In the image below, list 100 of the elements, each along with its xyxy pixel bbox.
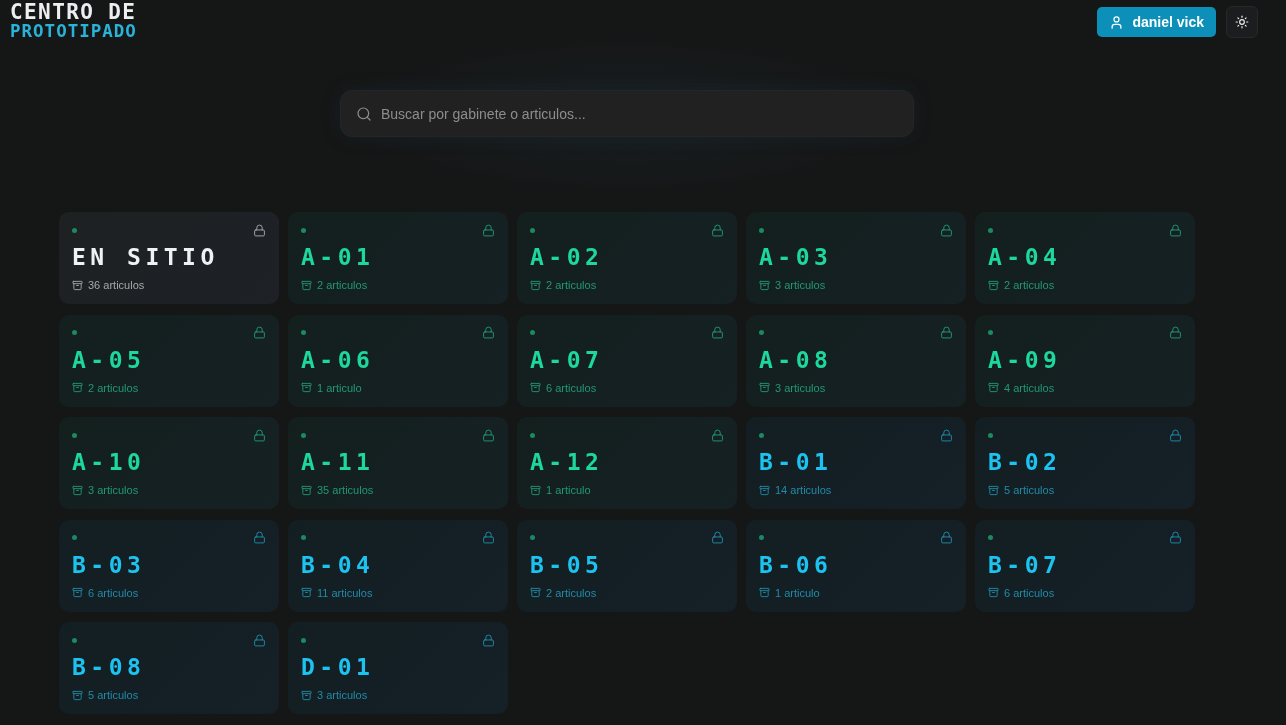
cabinet-title: EN SITIO xyxy=(72,243,219,271)
status-dot-icon xyxy=(530,227,535,233)
user-icon xyxy=(1109,14,1125,30)
archive-box-icon xyxy=(72,484,83,496)
archive-box-icon xyxy=(759,382,770,393)
item-count: 2 articulos xyxy=(317,279,368,291)
status-dot-icon xyxy=(301,637,306,643)
cabinet-card[interactable]: A-05 2 articulos xyxy=(59,314,279,407)
archive-box-icon xyxy=(988,279,999,291)
item-count: 3 articulos xyxy=(88,484,139,496)
item-count: 1 articulo xyxy=(317,381,362,394)
archive-box-icon xyxy=(72,382,83,393)
archive-box-icon xyxy=(301,279,312,291)
item-count: 36 articulos xyxy=(88,279,145,291)
cabinet-title: A-03 xyxy=(759,243,833,271)
cabinet-title: A-12 xyxy=(530,448,604,476)
sun-icon xyxy=(1235,15,1249,29)
user-button[interactable]: daniel vick xyxy=(1097,7,1216,37)
item-count: 5 articulos xyxy=(1004,484,1055,496)
cabinet-card[interactable]: D-01 3 articulos xyxy=(288,622,508,714)
archive-box-icon xyxy=(530,279,541,291)
cabinet-title: B-08 xyxy=(72,653,146,681)
logo-subtitle: PROTOTIPADO xyxy=(10,22,137,40)
item-count: 6 articulos xyxy=(546,381,597,394)
item-count: 35 articulos xyxy=(317,484,374,496)
cabinet-card[interactable]: A-08 3 articulos xyxy=(746,314,966,407)
cabinet-card[interactable]: B-01 14 articulos xyxy=(746,417,966,509)
cabinet-card[interactable]: B-04 11 articulos xyxy=(288,519,508,612)
item-count: 2 articulos xyxy=(546,586,597,599)
item-count: 3 articulos xyxy=(775,279,826,291)
logo-title: CENTRO DE xyxy=(10,2,137,22)
archive-box-icon xyxy=(759,587,770,598)
cabinet-card[interactable]: B-03 6 articulos xyxy=(59,519,279,612)
status-dot-icon xyxy=(301,330,306,335)
cabinet-card[interactable]: A-10 3 articulos xyxy=(59,417,279,509)
status-dot-icon xyxy=(72,637,77,643)
cabinet-title: A-11 xyxy=(301,448,375,476)
archive-box-icon xyxy=(988,382,999,393)
item-count: 14 articulos xyxy=(775,484,832,496)
cabinet-title: A-07 xyxy=(530,345,604,374)
status-dot-icon xyxy=(759,535,764,540)
item-count: 3 articulos xyxy=(775,381,826,394)
cabinet-title: B-04 xyxy=(301,550,375,579)
status-dot-icon xyxy=(72,535,77,540)
status-dot-icon xyxy=(988,330,993,335)
item-count: 4 articulos xyxy=(1004,381,1055,394)
archive-box-icon xyxy=(301,484,312,496)
cabinet-title: A-08 xyxy=(759,345,833,374)
item-count: 11 articulos xyxy=(317,586,373,599)
status-dot-icon xyxy=(301,432,306,438)
status-dot-icon xyxy=(759,432,764,438)
archive-box-icon xyxy=(301,689,312,701)
status-dot-icon xyxy=(72,330,77,335)
cabinet-title: B-03 xyxy=(72,550,146,579)
status-dot-icon xyxy=(530,330,535,335)
archive-box-icon xyxy=(988,484,999,496)
cabinet-title: B-01 xyxy=(759,448,833,476)
status-dot-icon xyxy=(530,535,535,540)
archive-box-icon xyxy=(301,587,312,598)
archive-box-icon xyxy=(301,382,312,393)
cabinet-card[interactable]: A-03 3 articulos xyxy=(746,212,966,304)
status-dot-icon xyxy=(530,432,535,438)
cabinet-card[interactable]: A-02 2 articulos xyxy=(517,212,737,304)
status-dot-icon xyxy=(988,535,993,540)
theme-toggle-button[interactable] xyxy=(1226,6,1258,38)
status-dot-icon xyxy=(301,535,306,540)
archive-box-icon xyxy=(530,587,541,598)
status-dot-icon xyxy=(988,227,993,233)
cabinet-title: B-06 xyxy=(759,550,833,579)
cabinet-card[interactable]: A-11 35 articulos xyxy=(288,417,508,509)
cabinet-title: A-09 xyxy=(988,345,1062,374)
cabinet-card[interactable]: B-06 1 articulo xyxy=(746,519,966,612)
cabinet-card[interactable]: A-09 4 articulos xyxy=(975,314,1195,407)
archive-box-icon xyxy=(988,587,999,598)
status-dot-icon xyxy=(759,330,764,335)
cabinet-card[interactable]: A-01 2 articulos xyxy=(288,212,508,304)
cabinet-card[interactable]: B-08 5 articulos xyxy=(59,622,279,714)
cabinet-card[interactable]: A-06 1 articulo xyxy=(288,314,508,407)
cabinet-card[interactable]: A-07 6 articulos xyxy=(517,314,737,407)
archive-box-icon xyxy=(72,279,83,291)
item-count: 2 articulos xyxy=(1004,279,1055,291)
cabinet-card[interactable]: B-05 2 articulos xyxy=(517,519,737,612)
status-dot-icon xyxy=(301,227,306,233)
cabinet-title: B-02 xyxy=(988,448,1062,476)
cabinet-card[interactable]: A-12 1 articulo xyxy=(517,417,737,509)
item-count: 6 articulos xyxy=(88,586,139,599)
cabinet-title: D-01 xyxy=(301,653,375,681)
item-count: 2 articulos xyxy=(546,279,597,291)
item-count: 3 articulos xyxy=(317,689,368,701)
cabinet-card[interactable]: EN SITIO 36 articulos xyxy=(59,212,279,304)
archive-box-icon xyxy=(530,382,541,393)
cabinet-card[interactable]: B-02 5 articulos xyxy=(975,417,1195,509)
cabinet-title: B-07 xyxy=(988,550,1062,579)
archive-box-icon xyxy=(72,587,83,598)
cabinet-title: A-02 xyxy=(530,243,604,271)
cabinet-card[interactable]: A-04 2 articulos xyxy=(975,212,1195,304)
status-dot-icon xyxy=(72,227,77,233)
cabinet-title: A-04 xyxy=(988,243,1062,271)
cabinet-card[interactable]: B-07 6 articulos xyxy=(975,519,1195,612)
cabinet-title: A-10 xyxy=(72,448,146,476)
